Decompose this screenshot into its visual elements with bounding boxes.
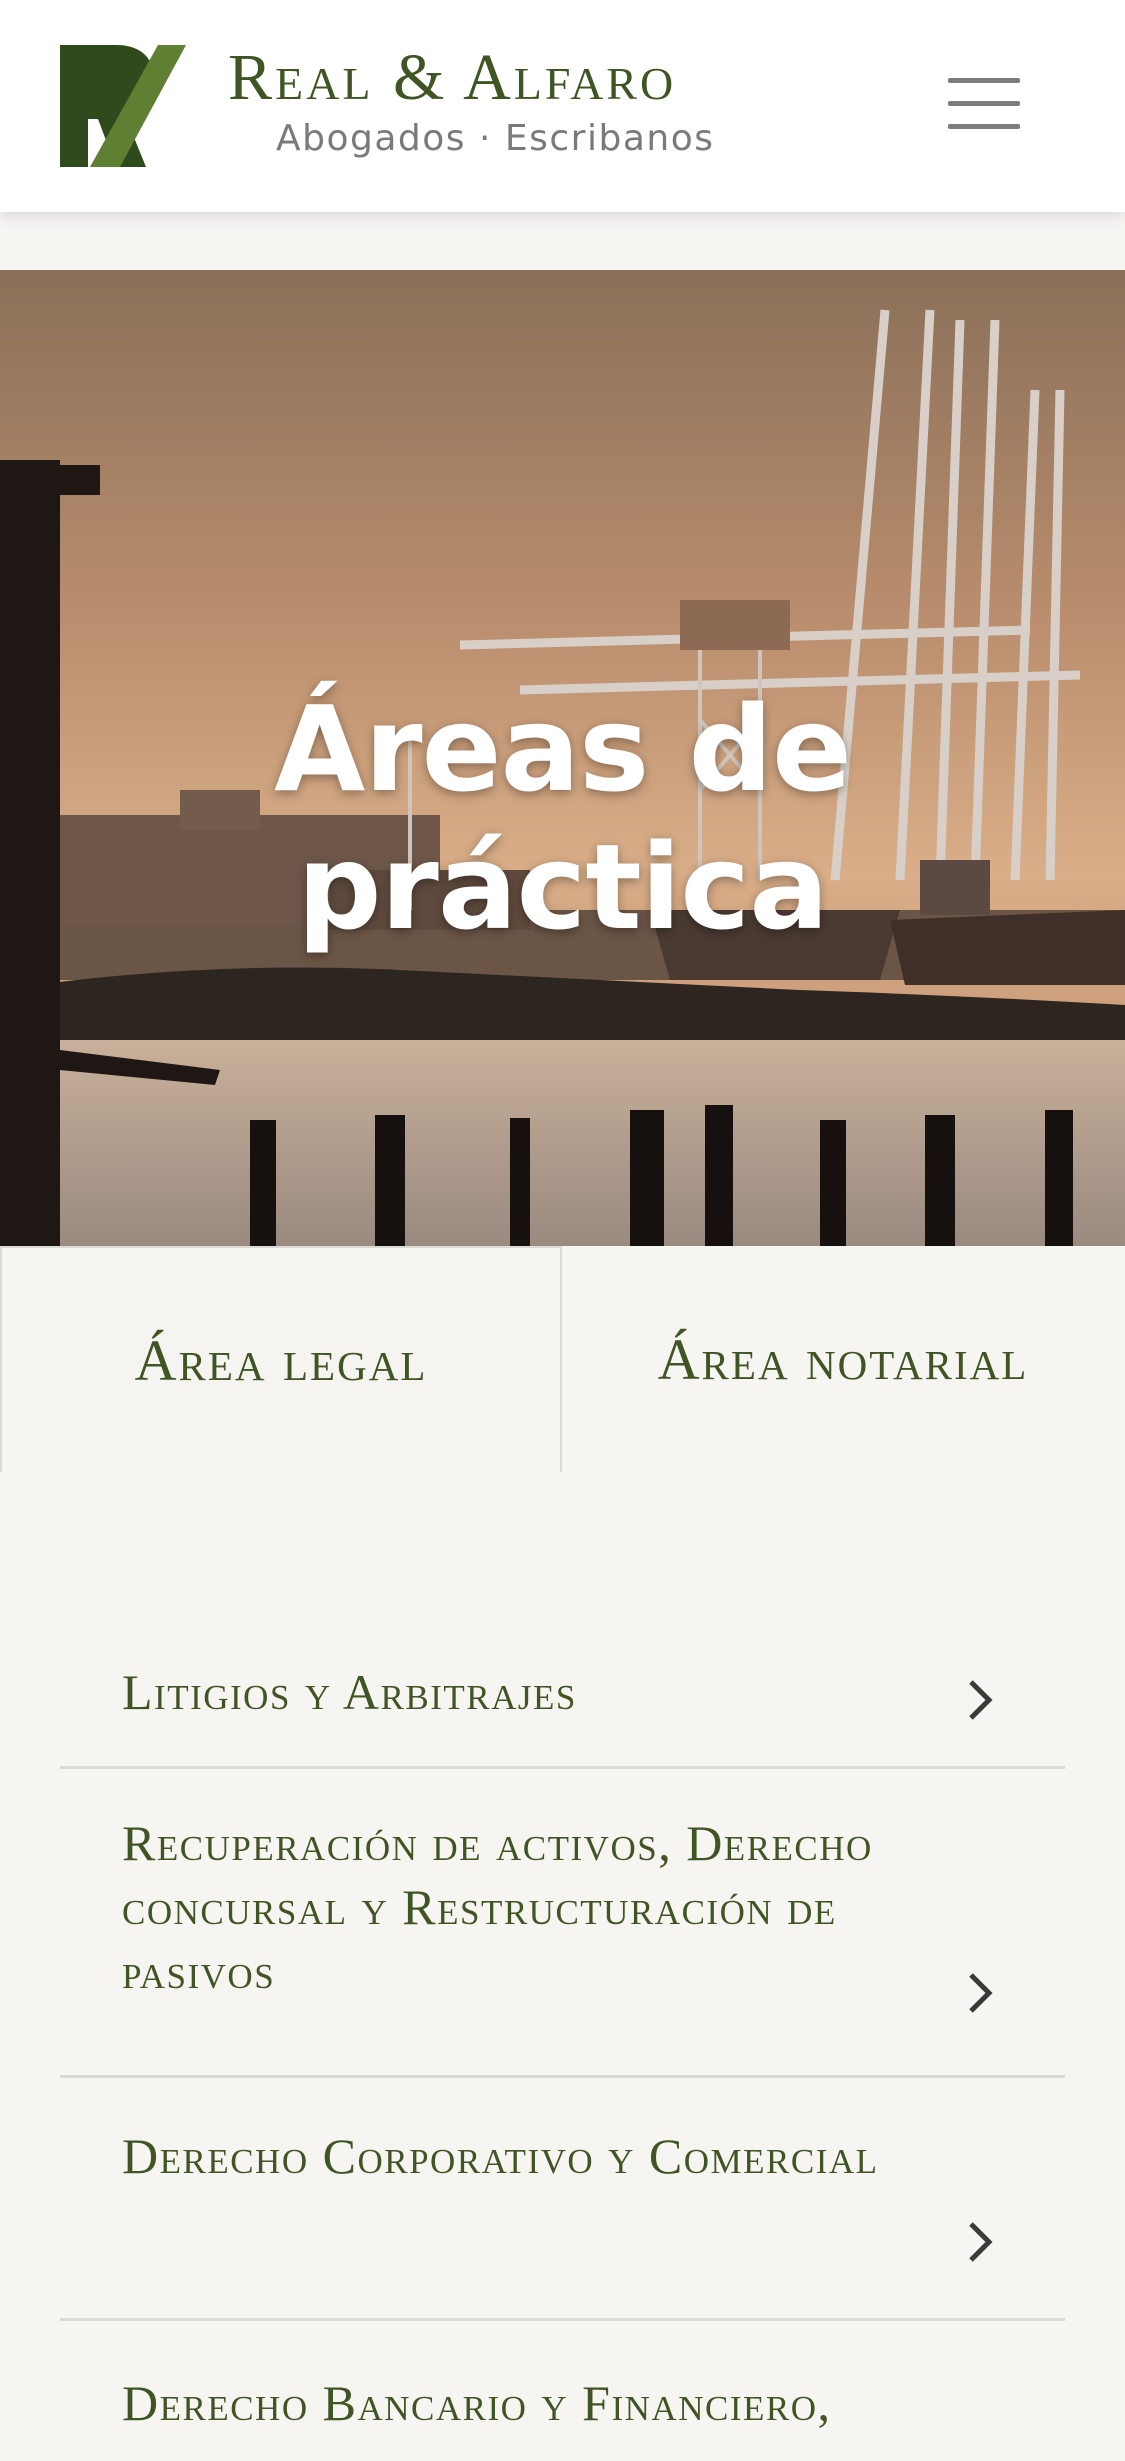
list-item[interactable]: Recuperación de activos, Derecho concurs… bbox=[60, 1769, 1065, 2078]
list-item[interactable]: Derecho Bancario y Financiero, bbox=[60, 2321, 1065, 2461]
practice-areas-list: Litigios y Arbitrajes Recuperación de ac… bbox=[60, 1600, 1065, 2461]
area-tabs: Área legal Área notarial bbox=[0, 1246, 1125, 1472]
chevron-right-icon bbox=[969, 1680, 993, 1720]
list-item[interactable]: Litigios y Arbitrajes bbox=[60, 1600, 1065, 1769]
list-item[interactable]: Derecho Corporativo y Comercial bbox=[60, 2078, 1065, 2321]
page-title: Áreas de práctica bbox=[274, 680, 852, 956]
brand-name[interactable]: Real & Alfaro bbox=[228, 40, 676, 116]
list-item-label: Derecho Bancario y Financiero, bbox=[122, 2375, 832, 2431]
hero-banner: Áreas de práctica bbox=[0, 270, 1125, 1246]
chevron-right-icon bbox=[969, 1973, 993, 2013]
list-item-label: Derecho Corporativo y Comercial bbox=[122, 2128, 879, 2184]
hamburger-menu-icon[interactable] bbox=[948, 74, 1020, 134]
chevron-right-icon bbox=[969, 2222, 993, 2262]
site-header: Real & Alfaro Abogados · Escribanos bbox=[0, 0, 1125, 212]
menu-bar bbox=[948, 101, 1020, 106]
menu-bar bbox=[948, 124, 1020, 129]
tab-area-notarial[interactable]: Área notarial bbox=[562, 1246, 1124, 1472]
list-item-label: Litigios y Arbitrajes bbox=[122, 1664, 577, 1720]
rv-monogram-icon[interactable] bbox=[60, 45, 186, 167]
brand-subtitle: Abogados · Escribanos bbox=[276, 118, 715, 159]
tab-area-legal[interactable]: Área legal bbox=[0, 1246, 562, 1472]
menu-bar bbox=[948, 78, 1020, 83]
list-item-label: Recuperación de activos, Derecho concurs… bbox=[122, 1815, 873, 1999]
